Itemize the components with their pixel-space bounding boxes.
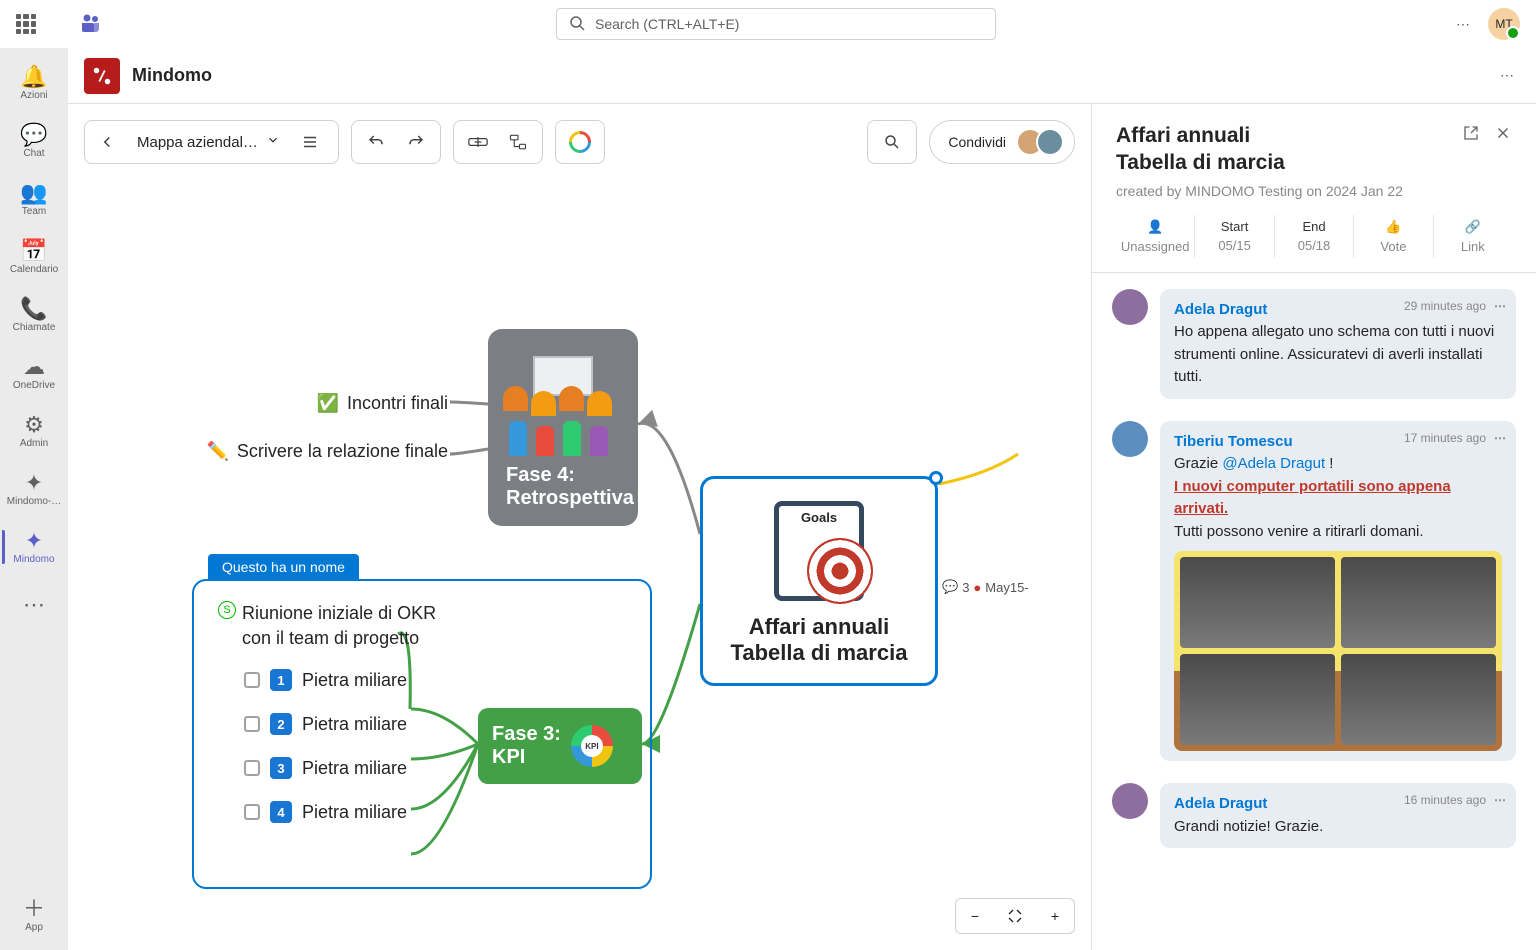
comment: 16 minutes ago⋯ Adela Dragut Grandi noti…: [1112, 783, 1516, 848]
retrospective-image: [503, 356, 623, 456]
menu-button[interactable]: [294, 126, 326, 158]
comment-menu[interactable]: ⋯: [1494, 429, 1506, 447]
comment-body: Grandi notizie! Grazie.: [1174, 816, 1502, 839]
status-badge: S: [218, 601, 236, 619]
search-canvas-button[interactable]: [876, 126, 908, 158]
checkbox[interactable]: [244, 760, 260, 776]
rail-icon: ＋: [23, 898, 45, 920]
goals-image: [759, 496, 879, 606]
rail-icon: ✦: [25, 530, 43, 552]
rail-item-chiamate[interactable]: 📞Chiamate: [2, 288, 66, 342]
rail-item-app[interactable]: ＋App: [2, 888, 66, 942]
search-input[interactable]: Search (CTRL+ALT+E): [556, 8, 996, 40]
commenter-avatar[interactable]: [1112, 289, 1148, 325]
comment-icon: 💬: [942, 579, 958, 595]
rail-item-admin[interactable]: ⚙Admin: [2, 404, 66, 458]
popout-button[interactable]: [1462, 122, 1480, 177]
collaborator-avatars: [1016, 128, 1064, 156]
rail-item-team[interactable]: 👥Team: [2, 172, 66, 226]
comment-menu[interactable]: ⋯: [1494, 791, 1506, 809]
checkbox[interactable]: [244, 672, 260, 688]
document-selector[interactable]: Mappa aziendal…: [131, 133, 286, 151]
subnode-finals[interactable]: ✅ Incontri finali: [188, 393, 448, 414]
search-icon: [569, 15, 585, 34]
attachment-image[interactable]: [1174, 551, 1502, 751]
rail-icon: ⋯: [23, 594, 45, 616]
rail-icon: ☁: [23, 356, 45, 378]
share-button[interactable]: Condividi: [929, 120, 1075, 164]
node-meta[interactable]: 💬 3 ● May15-: [942, 579, 1029, 595]
fit-screen-button[interactable]: [998, 901, 1032, 931]
more-menu-button[interactable]: ⋯: [1450, 10, 1476, 39]
subnode-report[interactable]: ✏️ Scrivere la relazione finale: [188, 441, 448, 462]
rail-item-onedrive[interactable]: ☁OneDrive: [2, 346, 66, 400]
search-placeholder: Search (CTRL+ALT+E): [595, 16, 739, 32]
checkbox[interactable]: [244, 804, 260, 820]
pencil-icon: ✏️: [206, 441, 228, 462]
bluebox-label[interactable]: Questo ha un nome: [208, 554, 359, 580]
close-panel-button[interactable]: [1494, 122, 1512, 177]
theme-button[interactable]: [564, 126, 596, 158]
rail-icon: ✦: [25, 472, 43, 494]
comment-body: Ho appena allegato uno schema con tutti …: [1174, 321, 1502, 389]
undo-button[interactable]: [360, 126, 392, 158]
created-by: created by MINDOMO Testing on 2024 Jan 2…: [1116, 183, 1512, 199]
details-panel: Affari annuali Tabella di marcia created…: [1091, 104, 1536, 950]
rail-item-chat[interactable]: 💬Chat: [2, 114, 66, 168]
check-icon: ✅: [317, 393, 339, 414]
meta-unassigned[interactable]: 👤Unassigned: [1116, 215, 1195, 258]
mindmap-canvas[interactable]: Fase 4: Retrospettiva ✅ Incontri finali …: [68, 104, 1091, 950]
rail-icon: 📅: [20, 240, 47, 262]
rail-icon: ⚙: [24, 414, 44, 436]
zoom-out-button[interactable]: −: [958, 901, 992, 931]
tab-more-button[interactable]: ⋯: [1494, 61, 1520, 90]
rail-item-mindomo-…[interactable]: ✦Mindomo-…: [2, 462, 66, 516]
rail-icon: 📞: [20, 298, 47, 320]
checkbox[interactable]: [244, 716, 260, 732]
milestone-1[interactable]: 1Pietra miliare: [244, 669, 626, 691]
rail-icon: 🔔: [20, 66, 47, 88]
user-avatar[interactable]: MT: [1488, 8, 1520, 40]
chevron-down-icon: [266, 133, 280, 151]
comment: 29 minutes ago⋯ Adela Dragut Ho appena a…: [1112, 289, 1516, 399]
insert-topic-button[interactable]: [462, 126, 494, 158]
meta-vote[interactable]: 👍Vote: [1354, 215, 1433, 258]
meta-05/15[interactable]: Start05/15: [1195, 215, 1274, 258]
app-name: Mindomo: [132, 65, 212, 86]
rail-icon: 💬: [20, 124, 47, 146]
mention[interactable]: @Adela Dragut: [1222, 455, 1325, 472]
comment-menu[interactable]: ⋯: [1494, 297, 1506, 315]
teams-logo: [78, 12, 102, 36]
comment: 17 minutes ago⋯ Tiberiu Tomescu Grazie @…: [1112, 421, 1516, 762]
meta-link[interactable]: 🔗Link: [1434, 215, 1512, 258]
back-button[interactable]: [91, 126, 123, 158]
rail-item-calendario[interactable]: 📅Calendario: [2, 230, 66, 284]
rail-item-azioni[interactable]: 🔔Azioni: [2, 56, 66, 110]
rail-icon: 👥: [20, 182, 47, 204]
comment-body: Grazie @Adela Dragut ! I nuovi computer …: [1174, 453, 1502, 751]
node-handle[interactable]: [929, 471, 943, 485]
milestone-4[interactable]: 4Pietra miliare: [244, 801, 626, 823]
insert-child-button[interactable]: [502, 126, 534, 158]
rail-item-mindomo[interactable]: ✦Mindomo: [2, 520, 66, 574]
commenter-avatar[interactable]: [1112, 783, 1148, 819]
rail-item-more[interactable]: ⋯: [2, 578, 66, 632]
meta-05/18[interactable]: End05/18: [1275, 215, 1354, 258]
zoom-in-button[interactable]: +: [1038, 901, 1072, 931]
phase4-node[interactable]: Fase 4: Retrospettiva: [488, 329, 638, 526]
redo-button[interactable]: [400, 126, 432, 158]
root-node[interactable]: Affari annuali Tabella di marcia: [700, 476, 938, 686]
panel-title-line2: Tabella di marcia: [1116, 149, 1285, 176]
kpi-chart-icon: [571, 725, 613, 767]
mindomo-logo: [84, 58, 120, 94]
app-rail: 🔔Azioni💬Chat👥Team📅Calendario📞Chiamate☁On…: [0, 48, 68, 950]
panel-title-line1: Affari annuali: [1116, 122, 1285, 149]
commenter-avatar[interactable]: [1112, 421, 1148, 457]
phase3-node[interactable]: Fase 3: KPI: [478, 708, 642, 784]
app-launcher-icon[interactable]: [16, 14, 36, 34]
